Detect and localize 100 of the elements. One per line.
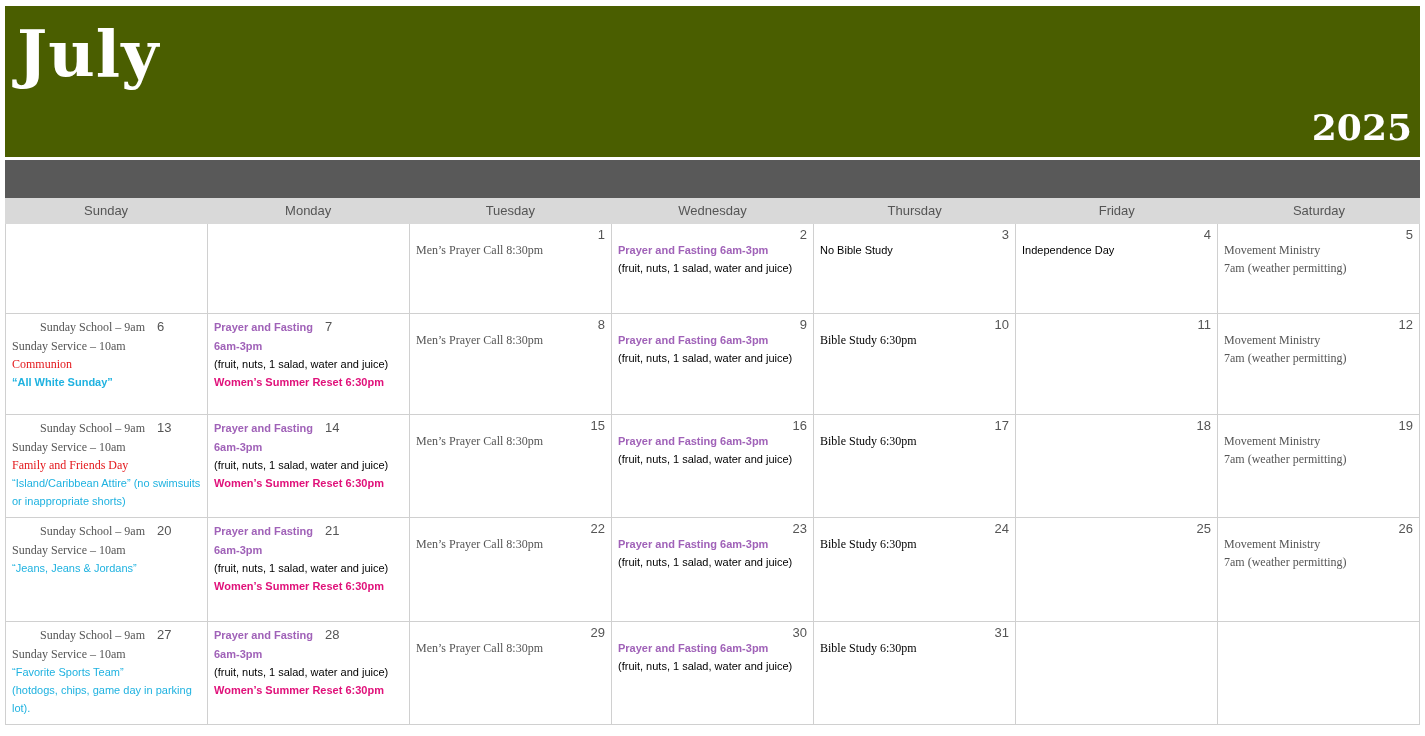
- event-text: Movement Ministry: [1224, 536, 1322, 553]
- event-text: (fruit, nuts, 1 salad, water and juice): [618, 261, 794, 276]
- day-number: 20: [157, 522, 172, 540]
- day-number: 5: [1405, 227, 1413, 243]
- event-text: Bible Study 6:30pm: [820, 332, 918, 349]
- event-text: 7am (weather permitting): [1224, 260, 1348, 277]
- day-number: 13: [157, 419, 172, 437]
- event-text: Men’s Prayer Call 8:30pm: [416, 640, 544, 657]
- day-number: 7: [325, 318, 333, 336]
- event-text: Men’s Prayer Call 8:30pm: [416, 433, 544, 450]
- event-text: (hotdogs, chips, game day in parking lot).: [12, 682, 193, 716]
- event-text: Women’s Summer Reset 6:30pm: [214, 475, 385, 491]
- day-number: 1: [597, 227, 605, 243]
- event-text: Movement Ministry: [1224, 242, 1322, 259]
- event-text: Prayer and Fasting 6am-3pm: [618, 243, 770, 258]
- month-title: July: [13, 6, 164, 102]
- event-text: (fruit, nuts, 1 salad, water and juice): [214, 457, 390, 473]
- event-text: Communion: [12, 355, 73, 373]
- event-text: Prayer and Fasting 6am-3pm: [618, 641, 770, 656]
- day-number: 27: [157, 626, 172, 644]
- year-title: 2025: [1311, 105, 1412, 150]
- event-text: 6am-3pm: [214, 338, 264, 354]
- event-text: “Jeans, Jeans & Jordans”: [12, 560, 138, 576]
- event-text: Bible Study 6:30pm: [820, 640, 918, 657]
- day-number: 3: [1001, 227, 1009, 243]
- day-number: 19: [1398, 418, 1413, 434]
- day-number: 18: [1196, 418, 1211, 434]
- day-number: 11: [1197, 317, 1211, 333]
- event-text: Prayer and Fasting 6am-3pm: [618, 333, 770, 348]
- event-text: Movement Ministry: [1224, 332, 1322, 349]
- event-text: Sunday Service – 10am: [12, 438, 127, 456]
- event-text: Sunday Service – 10am: [12, 337, 127, 355]
- day-number: 26: [1398, 521, 1413, 537]
- event-text: Women’s Summer Reset 6:30pm: [214, 578, 385, 594]
- day-number: 10: [994, 317, 1009, 333]
- weekday-header: Wednesday: [677, 202, 748, 220]
- day-number: 24: [994, 521, 1009, 537]
- event-text: Prayer and Fasting: [214, 320, 314, 335]
- weekday-header: Saturday: [1291, 202, 1346, 220]
- event-text: Men’s Prayer Call 8:30pm: [416, 536, 544, 553]
- day-number: 22: [590, 521, 605, 537]
- event-text: Women’s Summer Reset 6:30pm: [214, 682, 385, 698]
- event-text: Men’s Prayer Call 8:30pm: [416, 332, 544, 349]
- event-text: “All White Sunday”: [12, 374, 114, 390]
- day-number: 28: [325, 626, 340, 644]
- event-text: 7am (weather permitting): [1224, 350, 1348, 367]
- event-text: Movement Ministry: [1224, 433, 1322, 450]
- event-text: Sunday Service – 10am: [12, 541, 127, 559]
- day-number: 6: [157, 318, 165, 336]
- event-text: Bible Study 6:30pm: [820, 433, 918, 450]
- event-text: Women’s Summer Reset 6:30pm: [214, 374, 385, 390]
- day-number: 21: [325, 522, 340, 540]
- day-number: 31: [994, 625, 1009, 641]
- day-number: 25: [1196, 521, 1211, 537]
- event-text: “Favorite Sports Team”: [12, 664, 125, 680]
- event-text: Sunday School – 9am: [39, 420, 145, 437]
- event-text: 6am-3pm: [214, 439, 264, 455]
- event-text: (fruit, nuts, 1 salad, water and juice): [214, 560, 390, 576]
- event-text: Prayer and Fasting: [214, 524, 314, 539]
- day-number: 16: [792, 418, 807, 434]
- event-text: Prayer and Fasting 6am-3pm: [618, 434, 770, 449]
- event-text: Sunday School – 9am: [39, 627, 145, 644]
- event-text: (fruit, nuts, 1 salad, water and juice): [618, 555, 794, 570]
- day-number: 14: [325, 419, 340, 437]
- event-text: Sunday School – 9am: [39, 523, 145, 540]
- event-text: (fruit, nuts, 1 salad, water and juice): [214, 356, 390, 372]
- event-text: Prayer and Fasting 6am-3pm: [618, 537, 770, 552]
- event-text: Independence Day: [1022, 243, 1116, 258]
- day-number: 23: [792, 521, 807, 537]
- weekday-header: Thursday: [886, 202, 943, 220]
- day-number: 8: [597, 317, 605, 333]
- event-text: Family and Friends Day: [12, 456, 130, 474]
- day-number: 4: [1203, 227, 1211, 243]
- event-text: 6am-3pm: [214, 646, 264, 662]
- event-text: Prayer and Fasting: [214, 421, 314, 436]
- event-text: Sunday School – 9am: [39, 319, 145, 336]
- event-text: Sunday Service – 10am: [12, 645, 127, 663]
- event-text: 7am (weather permitting): [1224, 451, 1348, 468]
- event-text: (fruit, nuts, 1 salad, water and juice): [618, 351, 794, 366]
- weekday-header: Sunday: [83, 202, 130, 220]
- event-text: Bible Study 6:30pm: [820, 536, 918, 553]
- event-text: Men’s Prayer Call 8:30pm: [416, 242, 544, 259]
- event-text: 7am (weather permitting): [1224, 554, 1348, 571]
- day-number: 30: [792, 625, 807, 641]
- day-number: 29: [590, 625, 605, 641]
- event-text: (fruit, nuts, 1 salad, water and juice): [618, 659, 794, 674]
- event-text: (fruit, nuts, 1 salad, water and juice): [618, 452, 794, 467]
- event-text: Prayer and Fasting: [214, 628, 314, 643]
- weekday-header: Friday: [1097, 202, 1136, 220]
- day-number: 17: [994, 418, 1009, 434]
- day-number: 9: [799, 317, 807, 333]
- weekday-header: Monday: [284, 202, 333, 220]
- day-number: 2: [799, 227, 807, 243]
- day-number: 12: [1398, 317, 1413, 333]
- event-text: 6am-3pm: [214, 542, 264, 558]
- weekday-header: Tuesday: [484, 202, 537, 220]
- event-text: (fruit, nuts, 1 salad, water and juice): [214, 664, 390, 680]
- event-text: No Bible Study: [820, 243, 894, 258]
- day-number: 15: [590, 418, 605, 434]
- event-text: “Island/Caribbean Attire” (no swimsuits or inappropriate shorts): [12, 475, 201, 509]
